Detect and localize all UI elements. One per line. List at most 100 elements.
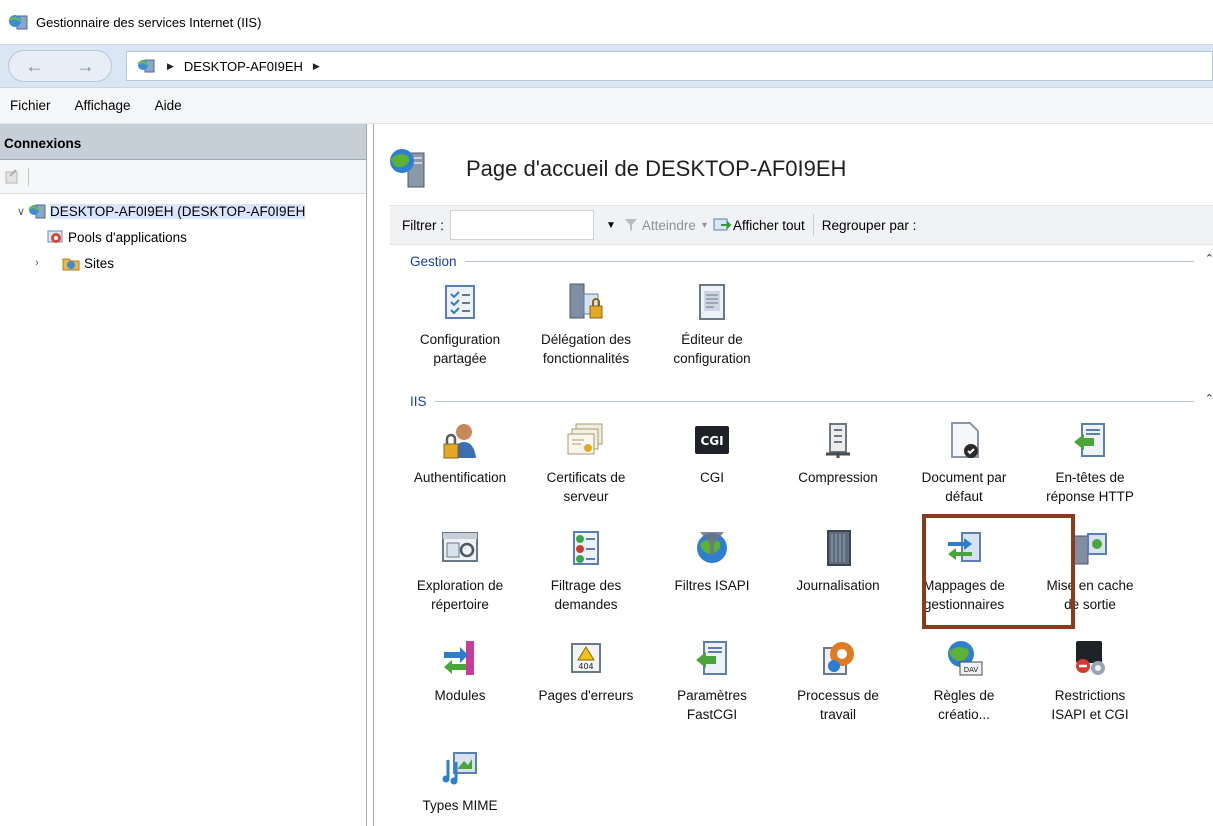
feature-label: Paramètres FastCGI	[677, 688, 747, 722]
tree-item-sites[interactable]: › Sites	[0, 250, 366, 276]
tree-item-server[interactable]: ∨ DESKTOP-AF0I9EH (DESKTOP-AF0I9EH	[0, 198, 366, 224]
feature-worker-processes[interactable]: Processus de travail	[776, 638, 900, 724]
collapse-icon[interactable]: ∨	[14, 205, 28, 218]
mime-types-icon	[442, 752, 477, 785]
forward-arrow-icon[interactable]: →	[77, 56, 95, 77]
feature-modules[interactable]: Modules	[398, 638, 522, 705]
menu-view[interactable]: Affichage	[75, 98, 131, 113]
feature-label: Compression	[798, 470, 878, 485]
collapse-caret-icon[interactable]: ⌃	[1205, 392, 1213, 405]
server-icon	[28, 204, 46, 219]
certificate-icon	[567, 423, 603, 455]
feature-mime-types[interactable]: Types MIME	[398, 748, 522, 815]
feature-label: Authentification	[413, 470, 507, 485]
go-button[interactable]: Atteindre	[642, 218, 696, 233]
isapi-filter-icon	[697, 532, 727, 563]
feature-default-document[interactable]: Document par défaut	[902, 420, 1026, 506]
address-bar: ← → ▶ DESKTOP-AF0I9EH ▶	[0, 44, 1213, 88]
document-icon	[699, 284, 725, 320]
webdav-globe-icon: DAV	[948, 641, 983, 676]
feature-label: Délégation des fonctionnalités	[540, 332, 632, 366]
group-label-gestion: Gestion	[410, 253, 457, 269]
feature-label: Pages d'erreurs	[538, 688, 634, 703]
feature-cgi[interactable]: CGI CGI	[650, 420, 774, 487]
error-page-icon: 404	[571, 643, 601, 673]
group-header-gestion[interactable]: Gestion ⌃	[410, 252, 1213, 270]
connections-panel: Connexions ∨ DESKTOP-AF0I9EH (DESKTOP-AF…	[0, 124, 367, 826]
group-divider	[464, 260, 1194, 262]
fastcgi-icon	[696, 641, 727, 675]
show-all-icon	[713, 218, 731, 231]
menu-file[interactable]: Fichier	[10, 98, 51, 113]
tree-item-app-pools-label: Pools d'applications	[68, 229, 187, 245]
server-lock-icon	[569, 283, 603, 319]
group-header-iis[interactable]: IIS ⌃	[410, 392, 1213, 410]
back-arrow-icon[interactable]: ←	[26, 56, 44, 77]
feature-authoring-rules[interactable]: DAV Règles de créatio...	[902, 638, 1026, 724]
svg-text:404: 404	[578, 662, 593, 671]
modules-icon	[444, 641, 474, 675]
feature-shared-config[interactable]: Configuration partagée	[398, 282, 522, 368]
menu-help[interactable]: Aide	[155, 98, 182, 113]
filter-input[interactable]	[450, 210, 594, 240]
worker-process-icon	[823, 642, 854, 675]
feature-label: Filtres ISAPI	[674, 578, 750, 593]
page-header: Page d'accueil de DESKTOP-AF0I9EH	[374, 144, 846, 194]
filter-label: Filtrer :	[402, 217, 444, 233]
breadcrumb-separator-icon[interactable]: ▶	[313, 61, 320, 72]
feature-label: Document par défaut	[921, 470, 1007, 504]
funnel-icon	[624, 219, 637, 231]
feature-fastcgi-settings[interactable]: Paramètres FastCGI	[650, 638, 774, 724]
feature-directory-browsing[interactable]: Exploration de répertoire	[398, 528, 522, 614]
feature-label: Certificats de serveur	[546, 470, 626, 504]
feature-http-response-headers[interactable]: En-têtes de réponse HTTP	[1028, 420, 1152, 506]
tree-item-app-pools[interactable]: Pools d'applications	[0, 224, 366, 250]
group-divider	[434, 400, 1194, 402]
page-title: Page d'accueil de DESKTOP-AF0I9EH	[466, 156, 847, 181]
breadcrumb[interactable]: ▶ DESKTOP-AF0I9EH ▶	[126, 51, 1213, 81]
feature-config-editor[interactable]: Éditeur de configuration	[650, 282, 774, 368]
response-headers-icon	[1074, 423, 1105, 457]
log-notebook-icon	[827, 530, 851, 566]
window-title: Gestionnaire des services Internet (IIS)	[36, 14, 262, 30]
server-icon	[137, 59, 155, 73]
connections-toolbar	[0, 160, 366, 194]
feature-request-filtering[interactable]: Filtrage des demandes	[524, 528, 648, 614]
group-label-iis: IIS	[410, 393, 427, 409]
group-by-button[interactable]: Regrouper par :	[822, 218, 917, 233]
sites-folder-icon	[62, 258, 80, 271]
feature-delegation[interactable]: Délégation des fonctionnalités	[524, 282, 648, 368]
breadcrumb-item-server[interactable]: DESKTOP-AF0I9EH	[184, 59, 303, 74]
svg-text:DAV: DAV	[964, 666, 979, 674]
feature-label: Éditeur de configuration	[673, 332, 751, 366]
show-all-button[interactable]: Afficher tout	[733, 218, 805, 233]
cgi-icon: CGI	[695, 426, 729, 454]
feature-authentication[interactable]: Authentification	[398, 420, 522, 487]
feature-label: Modules	[434, 688, 486, 703]
feature-label: Types MIME	[422, 798, 498, 813]
tree-item-server-label: DESKTOP-AF0I9EH (DESKTOP-AF0I9EH	[50, 203, 306, 219]
collapse-caret-icon[interactable]: ⌃	[1205, 252, 1213, 265]
expand-icon[interactable]: ›	[30, 257, 44, 269]
request-filter-icon	[573, 531, 599, 565]
connect-icon[interactable]	[4, 168, 22, 186]
feature-label: En-têtes de réponse HTTP	[1046, 470, 1134, 504]
feature-logging[interactable]: Journalisation	[776, 528, 900, 595]
feature-label: Filtrage des demandes	[550, 578, 622, 612]
tree-item-sites-label: Sites	[84, 255, 115, 271]
feature-compression[interactable]: Compression	[776, 420, 900, 487]
default-document-icon	[951, 422, 979, 458]
feature-isapi-cgi-restrictions[interactable]: Restrictions ISAPI et CGI	[1028, 638, 1152, 724]
breadcrumb-separator-icon[interactable]: ▶	[167, 61, 174, 72]
output-cache-icon	[1073, 533, 1107, 565]
filter-separator	[812, 214, 814, 236]
features-view: Page d'accueil de DESKTOP-AF0I9EH Filtre…	[373, 124, 1213, 826]
filter-dropdown-icon[interactable]: ▼	[606, 220, 616, 231]
nav-buttons: ← →	[8, 50, 112, 82]
server-globe-icon	[390, 149, 425, 188]
feature-error-pages[interactable]: 404 Pages d'erreurs	[524, 638, 648, 705]
feature-server-certs[interactable]: Certificats de serveur	[524, 420, 648, 506]
highlight-box	[922, 514, 1075, 629]
feature-isapi-filters[interactable]: Filtres ISAPI	[650, 528, 774, 595]
go-dropdown-icon[interactable]: ▾	[702, 220, 707, 231]
